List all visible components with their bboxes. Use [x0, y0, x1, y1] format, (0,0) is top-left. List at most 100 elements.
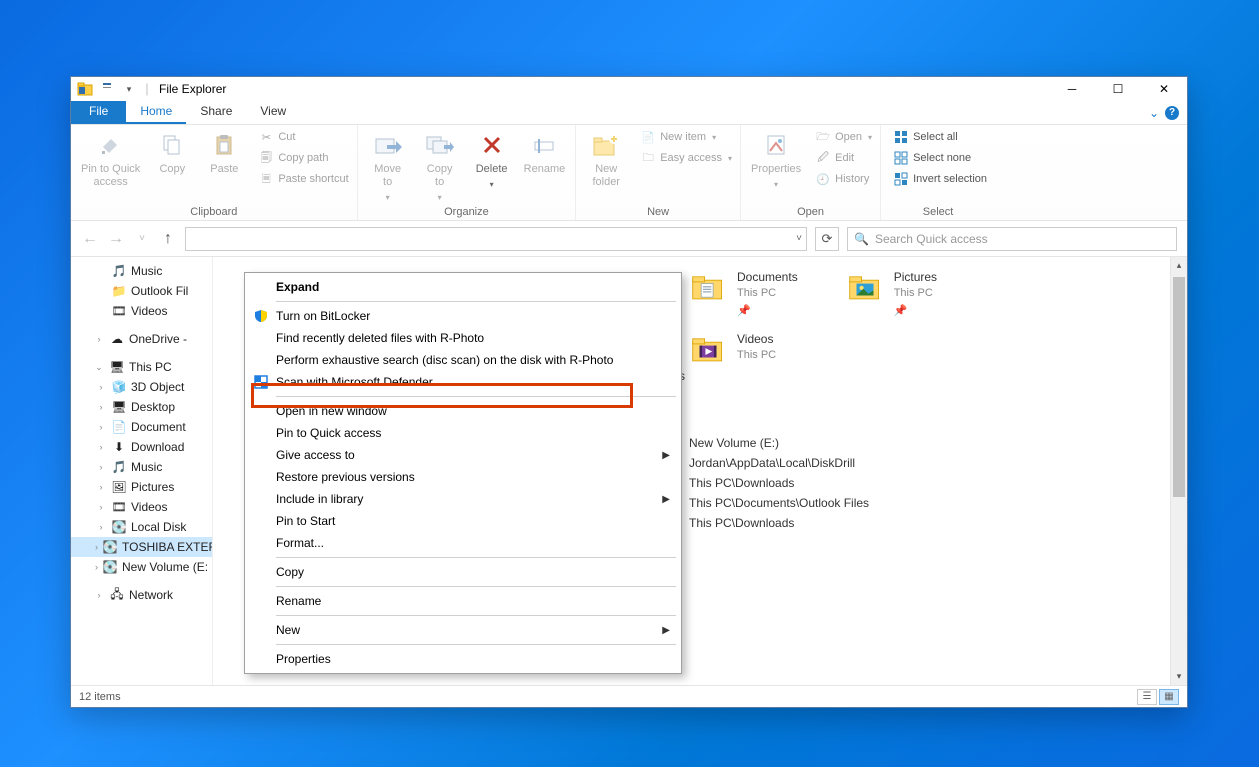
easy-access-button[interactable]: 🗀Easy access▾	[638, 148, 734, 168]
new-folder-button[interactable]: New folder	[582, 127, 630, 191]
tab-view[interactable]: View	[246, 101, 300, 124]
folder-documents[interactable]: DocumentsThis PC📌	[685, 263, 802, 325]
tree-item-videos[interactable]: 🎞Videos	[71, 301, 212, 321]
tree-item-network[interactable]: ›🖧Network	[71, 585, 212, 605]
pin-to-quick-access-button[interactable]: Pin to Quick access	[77, 127, 144, 191]
rename-button[interactable]: Rename	[520, 127, 570, 178]
nav-recent-button[interactable]: ˅	[133, 233, 151, 244]
move-to-button[interactable]: Move to▾	[364, 127, 412, 206]
onedrive-icon: ☁	[109, 331, 125, 347]
view-large-icons-button[interactable]: ▦	[1159, 689, 1179, 705]
recent-item-4[interactable]: This PC\Documents\Outlook Files	[685, 493, 1158, 513]
ctx-bitlocker[interactable]: Turn on BitLocker	[248, 305, 678, 327]
ctx-pin-start[interactable]: Pin to Start	[248, 510, 678, 532]
copy-to-button[interactable]: Copy to▾	[416, 127, 464, 206]
ribbon-collapse-icon[interactable]: ⌄	[1149, 106, 1159, 120]
tree-item-onedrive[interactable]: ›☁OneDrive -	[71, 329, 212, 349]
paste-shortcut-button[interactable]: 🗏Paste shortcut	[256, 169, 350, 189]
ctx-rphoto-exhaustive[interactable]: Perform exhaustive search (disc scan) on…	[248, 349, 678, 371]
pin-icon	[95, 129, 127, 161]
nav-back-button[interactable]: ←	[81, 230, 99, 248]
folder-videos[interactable]: VideosThis PC	[685, 325, 780, 373]
tree-item-downloads[interactable]: ›⬇Download	[71, 437, 212, 457]
ctx-include[interactable]: Include in library▶	[248, 488, 678, 510]
invert-selection-button[interactable]: Invert selection	[891, 169, 989, 189]
scroll-thumb[interactable]	[1173, 277, 1185, 497]
delete-icon	[476, 129, 508, 161]
ctx-give-access[interactable]: Give access to▶	[248, 444, 678, 466]
tree-item-videos2[interactable]: ›🎞Videos	[71, 497, 212, 517]
search-input[interactable]: 🔍 Search Quick access	[847, 227, 1177, 251]
close-button[interactable]: ✕	[1141, 77, 1187, 101]
select-none-button[interactable]: Select none	[891, 148, 989, 168]
delete-button[interactable]: Delete▾	[468, 127, 516, 193]
nav-up-button[interactable]: ↑	[159, 230, 177, 248]
tree-item-music2[interactable]: ›🎵Music	[71, 457, 212, 477]
ctx-restore[interactable]: Restore previous versions	[248, 466, 678, 488]
cut-button[interactable]: ✂Cut	[256, 127, 350, 147]
ribbon-label-organize: Organize	[364, 206, 570, 220]
refresh-button[interactable]: ⟳	[815, 227, 839, 251]
scroll-up-icon[interactable]: ▴	[1171, 257, 1187, 274]
ctx-expand[interactable]: Expand	[248, 276, 678, 298]
recent-item-2[interactable]: Jordan\AppData\Local\DiskDrill	[685, 453, 1158, 473]
address-bar[interactable]: ˅	[185, 227, 807, 251]
ctx-format[interactable]: Format...	[248, 532, 678, 554]
music-icon: 🎵	[111, 263, 127, 279]
context-menu: Expand Turn on BitLocker Find recently d…	[244, 272, 682, 674]
maximize-button[interactable]: ☐	[1095, 77, 1141, 101]
address-dropdown-icon[interactable]: ˅	[796, 233, 802, 244]
select-all-icon	[893, 129, 909, 145]
tab-share[interactable]: Share	[186, 101, 246, 124]
ctx-properties[interactable]: Properties	[248, 648, 678, 670]
view-details-button[interactable]: ☰	[1137, 689, 1157, 705]
tree-item-music[interactable]: 🎵Music	[71, 261, 212, 281]
ctx-open-new[interactable]: Open in new window	[248, 400, 678, 422]
help-icon[interactable]: ?	[1165, 106, 1179, 120]
tree-item-pictures[interactable]: ›🖼Pictures	[71, 477, 212, 497]
tree-item-thispc[interactable]: ⌄🖥This PC	[71, 357, 212, 377]
ctx-defender[interactable]: Scan with Microsoft Defender...	[248, 371, 678, 393]
recent-item-3[interactable]: This PC\Downloads	[685, 473, 1158, 493]
open-button[interactable]: 🗁Open▾	[813, 127, 874, 147]
tab-home[interactable]: Home	[126, 101, 186, 124]
content-scrollbar[interactable]: ▴ ▾	[1170, 257, 1187, 685]
drive-icon: 💽	[102, 539, 118, 555]
tree-item-3dobjects[interactable]: ›🧊3D Object	[71, 377, 212, 397]
qat-menu-icon[interactable]	[97, 79, 117, 99]
recent-item-1[interactable]: New Volume (E:)	[685, 433, 1158, 453]
ctx-rphoto-recent[interactable]: Find recently deleted files with R-Photo	[248, 327, 678, 349]
ctx-rename[interactable]: Rename	[248, 590, 678, 612]
paste-button[interactable]: Paste	[200, 127, 248, 178]
tree-item-toshiba[interactable]: ›💽TOSHIBA EXTERN	[71, 537, 212, 557]
edit-button[interactable]: 🖉Edit	[813, 148, 874, 168]
properties-button[interactable]: Properties▾	[747, 127, 805, 193]
tree-item-outlook[interactable]: 📁Outlook Fil	[71, 281, 212, 301]
copy-path-button[interactable]: 🗐Copy path	[256, 148, 350, 168]
tree-item-newvolume[interactable]: ›💽New Volume (E:	[71, 557, 212, 577]
minimize-button[interactable]: ─	[1049, 77, 1095, 101]
desktop-icon: 🖥	[111, 399, 127, 415]
scroll-down-icon[interactable]: ▾	[1171, 668, 1187, 685]
new-item-button[interactable]: 📄New item▾	[638, 127, 734, 147]
ribbon-tabs: File Home Share View ⌄ ?	[71, 101, 1187, 125]
ctx-pin-quick[interactable]: Pin to Quick access	[248, 422, 678, 444]
tab-file[interactable]: File	[71, 101, 126, 124]
history-button[interactable]: 🕘History	[813, 169, 874, 189]
ctx-new[interactable]: New▶	[248, 619, 678, 641]
ribbon-group-organize: Move to▾ Copy to▾ Delete▾ Rename Organiz…	[358, 125, 577, 220]
folder-pictures[interactable]: PicturesThis PC📌	[842, 263, 941, 325]
select-all-button[interactable]: Select all	[891, 127, 989, 147]
nav-forward-button[interactable]: →	[107, 230, 125, 248]
tree-item-desktop[interactable]: ›🖥Desktop	[71, 397, 212, 417]
select-none-icon	[893, 150, 909, 166]
edit-icon: 🖉	[815, 150, 831, 166]
tree-item-documents[interactable]: ›📄Document	[71, 417, 212, 437]
qat-chevron-icon[interactable]: ▾	[119, 79, 139, 99]
ribbon: Pin to Quick access Copy Paste ✂Cut	[71, 125, 1187, 221]
copy-button[interactable]: Copy	[148, 127, 196, 178]
tree-item-localdisk[interactable]: ›💽Local Disk	[71, 517, 212, 537]
navigation-row: ← → ˅ ↑ ˅ ⟳ 🔍 Search Quick access	[71, 221, 1187, 257]
recent-item-5[interactable]: This PC\Downloads	[685, 513, 1158, 533]
ctx-copy[interactable]: Copy	[248, 561, 678, 583]
